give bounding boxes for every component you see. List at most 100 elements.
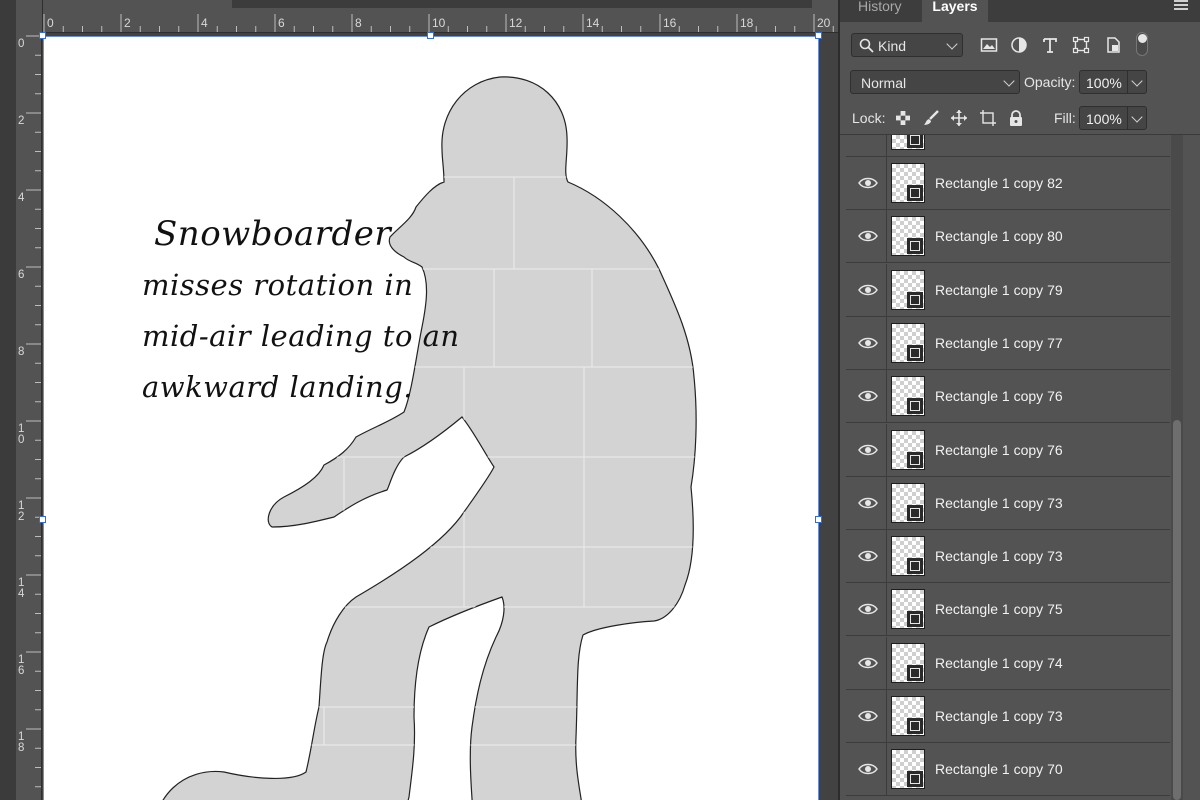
transform-handle-left[interactable]: [39, 516, 46, 523]
layer-thumbnail: [891, 696, 925, 736]
row-divider: [886, 135, 887, 157]
layer-row[interactable]: Rectangle 1 copy 77: [846, 316, 1170, 370]
transform-handle-right[interactable]: [815, 516, 822, 523]
layers-scrollbar[interactable]: [1171, 135, 1183, 800]
shape-layer-filter-icon[interactable]: [1072, 36, 1090, 54]
layer-row[interactable]: Rectangle 1 copy 80: [846, 210, 1170, 264]
visibility-eye-icon[interactable]: [858, 549, 878, 563]
opacity-dropdown[interactable]: [1127, 71, 1146, 93]
layer-row[interactable]: Rectangle 1 copy 76: [846, 423, 1170, 477]
caption-line-2: misses rotation in: [142, 268, 414, 302]
layer-row[interactable]: Rectangle 1 copy 73: [846, 476, 1170, 530]
layer-row[interactable]: Rectangle 1 copy 76: [846, 370, 1170, 424]
layer-row[interactable]: Rectangle 1 copy 70: [846, 743, 1170, 797]
lock-transparent-pixels-icon[interactable]: [894, 109, 912, 127]
row-divider: [886, 690, 887, 743]
snowboarder-silhouette[interactable]: [44, 37, 820, 800]
layer-thumbnail: [891, 536, 925, 577]
layer-name[interactable]: Rectangle 1 copy 82: [935, 175, 1063, 191]
pixel-layer-filter-icon[interactable]: [980, 36, 998, 54]
layer-name[interactable]: Rectangle 1 copy 75: [935, 601, 1063, 617]
layer-row[interactable]: Rectangle 1 copy 74: [846, 636, 1170, 690]
adjustment-layer-filter-icon[interactable]: [1010, 36, 1028, 54]
shape-layer-icon: [907, 398, 923, 415]
layer-row[interactable]: Rectangle 1 copy 73: [846, 530, 1170, 584]
blend-mode-select[interactable]: Normal: [850, 70, 1020, 94]
ruler-label: 4: [201, 16, 208, 30]
transform-handle-top[interactable]: [427, 32, 434, 39]
horizontal-ruler-ticks: 0 2 4 6 8 10 12 14 16 18 20: [43, 14, 834, 32]
layer-name[interactable]: Rectangle 1 copy 80: [935, 228, 1063, 244]
lock-all-icon[interactable]: [1007, 109, 1025, 127]
layer-name[interactable]: Rectangle 1 copy 70: [935, 761, 1063, 777]
layer-row[interactable]: Rectangle 1 copy 75: [846, 583, 1170, 637]
transform-handle-top-right[interactable]: [815, 32, 822, 39]
visibility-eye-icon[interactable]: [858, 443, 878, 457]
filter-toggle[interactable]: [1136, 32, 1148, 56]
visibility-eye-icon[interactable]: [858, 762, 878, 776]
panel-menu-icon[interactable]: [1174, 0, 1188, 10]
layer-row-partial[interactable]: [846, 135, 1170, 157]
document-canvas[interactable]: Snowboarder misses rotation in mid-air l…: [43, 36, 819, 800]
blend-mode-value: Normal: [861, 75, 907, 91]
canvas-area[interactable]: 0 2 4 6 8 10 12 14 16 18 20 0 2 4 6 8 10 12 14 16 18: [0, 0, 838, 800]
artboard-lock-icon[interactable]: [979, 109, 997, 127]
row-divider: [886, 210, 887, 264]
visibility-eye-icon[interactable]: [858, 656, 878, 670]
visibility-eye-icon[interactable]: [858, 176, 878, 190]
visibility-eye-icon[interactable]: [858, 709, 878, 723]
opacity-label: Opacity:: [1024, 74, 1076, 90]
ruler-label: 16: [663, 16, 677, 30]
layer-thumbnail: [891, 429, 925, 470]
tab-layers[interactable]: Layers: [922, 0, 988, 22]
layer-row[interactable]: Rectangle 1 copy 82: [846, 157, 1170, 210]
layer-name[interactable]: Rectangle 1 copy 76: [935, 388, 1063, 404]
horizontal-ruler[interactable]: 0 2 4 6 8 10 12 14 16 18 20: [16, 0, 838, 33]
layer-name[interactable]: Rectangle 1 copy 73: [935, 548, 1063, 564]
shape-layer-icon: [907, 451, 923, 468]
lock-image-pixels-icon[interactable]: [922, 109, 940, 127]
transform-handle-top-left[interactable]: [39, 32, 46, 39]
vertical-ruler[interactable]: 0 2 4 6 8 10 12 14 16 18: [16, 32, 42, 800]
ruler-label: 10: [432, 16, 446, 30]
tab-history[interactable]: History: [858, 0, 902, 22]
layer-name[interactable]: Rectangle 1 copy 79: [935, 282, 1063, 298]
lock-position-icon[interactable]: [950, 109, 968, 127]
visibility-eye-icon[interactable]: [858, 336, 878, 350]
layer-name[interactable]: Rectangle 1 copy 74: [935, 655, 1063, 671]
layer-name[interactable]: Rectangle 1 copy 73: [935, 495, 1063, 511]
visibility-eye-icon[interactable]: [858, 496, 878, 510]
ruler-label: 0: [18, 38, 25, 50]
layer-thumbnail: [891, 749, 925, 790]
vertical-ruler-ticks: [26, 35, 41, 788]
visibility-eye-icon[interactable]: [858, 602, 878, 616]
chevron-down-icon: [1131, 111, 1143, 123]
opacity-field[interactable]: 100%: [1079, 70, 1147, 94]
filter-kind-label: Kind: [878, 38, 907, 54]
layer-row[interactable]: Rectangle 1 copy 73: [846, 690, 1170, 743]
type-layer-filter-icon[interactable]: [1041, 36, 1059, 54]
chevron-down-icon: [946, 38, 958, 50]
visibility-eye-icon[interactable]: [858, 229, 878, 243]
layer-thumbnail: [891, 163, 925, 203]
ruler-label: 0: [47, 16, 54, 30]
lock-row: Lock: Fill: 100%: [840, 104, 1200, 132]
fill-field[interactable]: 100%: [1079, 106, 1147, 130]
visibility-eye-icon[interactable]: [858, 389, 878, 403]
scrollbar-thumb[interactable]: [1173, 420, 1181, 800]
layer-name[interactable]: Rectangle 1 copy 76: [935, 442, 1063, 458]
shape-layer-icon: [907, 291, 923, 308]
ruler-label: 12: [509, 16, 523, 30]
layer-list[interactable]: Rectangle 1 copy 82 Rectangle 1 copy 80 Re…: [846, 135, 1170, 800]
layer-name[interactable]: Rectangle 1 copy 73: [935, 708, 1063, 724]
smart-object-filter-icon[interactable]: [1104, 36, 1122, 54]
shape-layer-icon: [907, 664, 923, 681]
visibility-eye-icon[interactable]: [858, 283, 878, 297]
fill-dropdown[interactable]: [1127, 107, 1146, 129]
layer-row[interactable]: Rectangle 1 copy 79: [846, 263, 1170, 317]
caption-text[interactable]: Snowboarder misses rotation in mid-air l…: [142, 209, 459, 413]
shape-layer-icon: [907, 504, 923, 521]
ruler-label: 8: [18, 346, 25, 358]
filter-kind-select[interactable]: Kind: [851, 33, 963, 57]
layer-name[interactable]: Rectangle 1 copy 77: [935, 335, 1063, 351]
